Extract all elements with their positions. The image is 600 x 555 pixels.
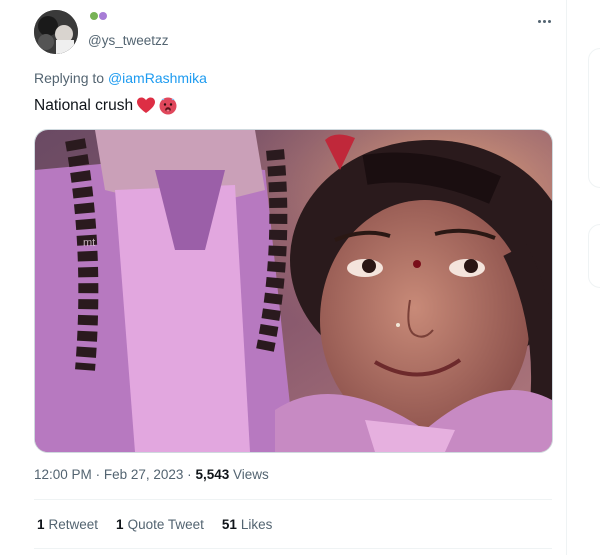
tweet-text: National crush bbox=[34, 97, 177, 115]
avatar[interactable] bbox=[34, 10, 78, 54]
quotes-label: Quote Tweet bbox=[127, 517, 204, 532]
views-label: Views bbox=[233, 467, 269, 482]
tweet-date[interactable]: Feb 27, 2023 bbox=[104, 467, 184, 482]
retweets-stat[interactable]: 1 Retweet bbox=[37, 517, 98, 532]
quote-tweets-stat[interactable]: 1 Quote Tweet bbox=[116, 517, 204, 532]
replying-prefix: Replying to bbox=[34, 70, 105, 86]
tweet-timestamp: 12:00 PM · Feb 27, 2023 · 5,543 Views bbox=[34, 467, 269, 482]
meta-separator: · bbox=[187, 467, 192, 482]
sidebar-card bbox=[588, 48, 600, 188]
quotes-count: 1 bbox=[116, 517, 124, 532]
likes-stat[interactable]: 51 Likes bbox=[222, 517, 273, 532]
tweet-time[interactable]: 12:00 PM bbox=[34, 467, 92, 482]
replying-to: Replying to @iamRashmika bbox=[34, 70, 207, 86]
divider bbox=[34, 548, 552, 549]
tweet-text-content: National crush bbox=[34, 97, 134, 114]
display-name-emojis bbox=[90, 12, 107, 20]
meta-separator: · bbox=[95, 467, 101, 482]
divider bbox=[34, 499, 552, 500]
tweet-stats: 1 Retweet 1 Quote Tweet 51 Likes bbox=[37, 517, 272, 532]
more-options-icon[interactable] bbox=[534, 14, 554, 28]
hot-face-icon bbox=[159, 97, 177, 115]
replying-mention-link[interactable]: @iamRashmika bbox=[108, 70, 207, 86]
sidebar-card bbox=[588, 224, 600, 288]
tweet-image[interactable]: mt bbox=[34, 129, 553, 453]
red-heart-icon bbox=[137, 97, 156, 113]
mask-icon bbox=[90, 12, 98, 20]
likes-count: 51 bbox=[221, 517, 237, 532]
author-handle[interactable]: @ys_tweetzz bbox=[88, 33, 168, 48]
retweets-count: 1 bbox=[37, 517, 45, 532]
mask-icon bbox=[99, 12, 107, 20]
views-count: 5,543 bbox=[195, 467, 230, 482]
image-watermark: mt bbox=[83, 237, 95, 249]
tweet-column: @ys_tweetzz Replying to @iamRashmika Nat… bbox=[0, 0, 567, 555]
retweets-label: Retweet bbox=[48, 517, 99, 532]
likes-label: Likes bbox=[240, 517, 273, 532]
